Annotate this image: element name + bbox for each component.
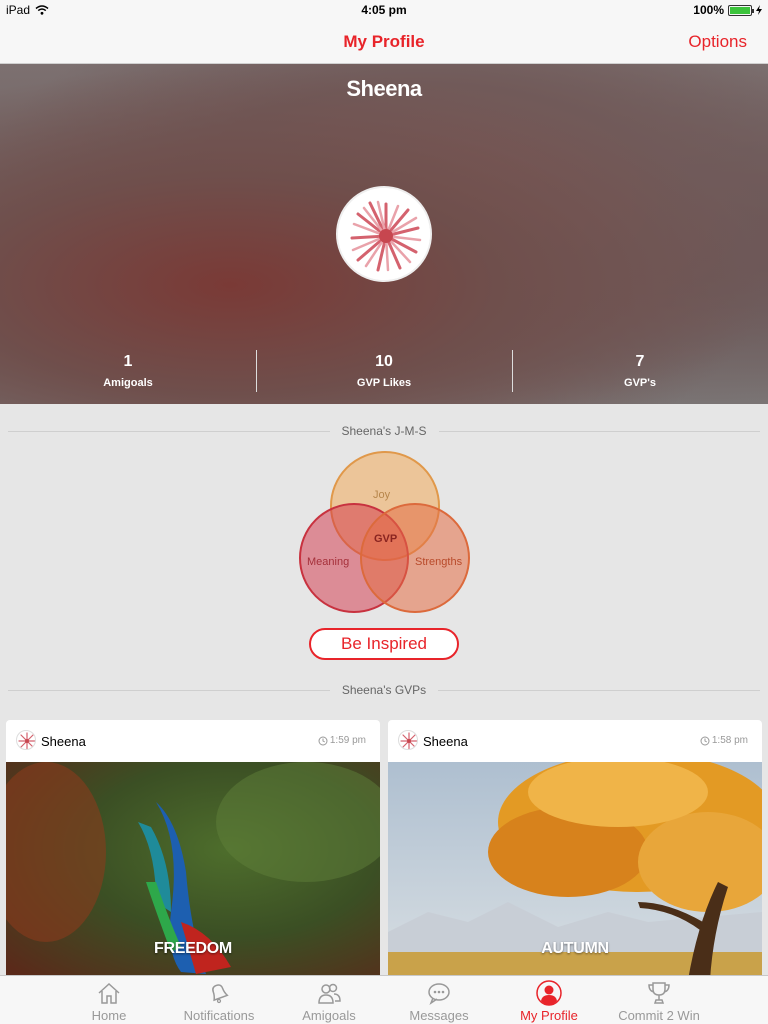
charging-icon xyxy=(756,5,762,15)
gvp-card[interactable]: Sheena 1:58 pm AUTUMN xyxy=(388,720,762,980)
status-right: 100% xyxy=(693,3,762,17)
gvps-title: Sheena's GVPs xyxy=(341,683,427,697)
venn-label-joy: Joy xyxy=(373,489,391,501)
stat-value: 1 xyxy=(123,353,133,370)
avatar-flower-image xyxy=(338,188,430,280)
tab-amigoals[interactable]: Amigoals xyxy=(274,976,384,1024)
trophy-icon xyxy=(648,982,670,1004)
gvp-caption: FREEDOM xyxy=(154,940,232,957)
profile-avatar[interactable] xyxy=(336,186,432,282)
status-time: 4:05 pm xyxy=(361,3,407,17)
jms-title: Sheena's J-M-S xyxy=(341,424,427,438)
tab-label: Messages xyxy=(409,1008,469,1023)
stat-label: GVP Likes xyxy=(356,377,412,389)
stat-gvp-likes[interactable]: 10 GVP Likes xyxy=(256,350,512,404)
jms-venn-diagram: Joy Meaning Strengths GVP xyxy=(290,448,480,618)
battery-percent: 100% xyxy=(693,3,724,17)
tab-my-profile[interactable]: My Profile xyxy=(494,976,604,1024)
bell-icon xyxy=(212,984,229,1004)
divider xyxy=(438,689,760,691)
battery-icon xyxy=(728,4,754,16)
card-avatar[interactable] xyxy=(398,730,418,750)
tab-bar: Home Notifications Amigoals Messages My … xyxy=(0,975,768,1024)
divider xyxy=(8,689,330,691)
profile-name: Sheena xyxy=(346,76,422,101)
tab-messages[interactable]: Messages xyxy=(384,976,494,1024)
divider xyxy=(438,430,760,432)
avatar-flower-image xyxy=(18,732,35,749)
tab-label: My Profile xyxy=(520,1008,578,1023)
tab-label: Commit 2 Win xyxy=(618,1008,700,1023)
card-timestamp: 1:59 pm xyxy=(318,735,366,746)
divider xyxy=(8,430,330,432)
card-username[interactable]: Sheena xyxy=(423,734,468,749)
card-avatar[interactable] xyxy=(16,730,36,750)
gvp-caption: AUTUMN xyxy=(541,940,609,957)
clock-icon xyxy=(700,736,710,745)
people-icon xyxy=(318,983,341,1004)
profile-stats: 1 Amigoals 10 GVP Likes 7 GVP's xyxy=(0,350,768,404)
venn-label-gvp: GVP xyxy=(374,533,398,545)
person-icon xyxy=(536,980,562,1006)
home-icon xyxy=(98,982,120,1004)
page-title: My Profile xyxy=(343,32,425,51)
options-button[interactable]: Options xyxy=(688,32,747,52)
venn-label-meaning: Meaning xyxy=(307,556,350,568)
clock-icon xyxy=(318,736,328,745)
stat-label: GVP's xyxy=(624,377,656,389)
card-header: Sheena 1:59 pm xyxy=(6,720,380,762)
tab-label: Amigoals xyxy=(302,1008,356,1023)
tab-label: Notifications xyxy=(183,1008,255,1023)
stat-label: Amigoals xyxy=(103,377,153,389)
navigation-bar: My Profile Options xyxy=(0,20,768,64)
card-time-text: 1:58 pm xyxy=(711,735,748,746)
gvp-card[interactable]: Sheena 1:59 pm FREEDOM xyxy=(6,720,380,980)
card-time-text: 1:59 pm xyxy=(329,735,366,746)
card-timestamp: 1:58 pm xyxy=(700,735,748,746)
profile-header: Sheena 1 Amigoals 10 GVP Likes 7 GVP's xyxy=(0,64,768,404)
card-username[interactable]: Sheena xyxy=(41,734,86,749)
jms-section-title: Sheena's J-M-S xyxy=(8,423,760,439)
chat-bubble-icon xyxy=(428,983,450,1005)
be-inspired-button[interactable]: Be Inspired xyxy=(309,628,459,660)
gvps-section-title: Sheena's GVPs xyxy=(8,682,760,698)
tab-label: Home xyxy=(91,1008,127,1023)
stat-amigoals[interactable]: 1 Amigoals xyxy=(0,353,256,404)
stat-gvps[interactable]: 7 GVP's xyxy=(512,350,768,404)
gvp-image-parrot[interactable]: FREEDOM xyxy=(6,762,380,980)
tab-commit-2-win[interactable]: Commit 2 Win xyxy=(604,976,714,1024)
stat-value: 10 xyxy=(375,353,393,370)
avatar-flower-image xyxy=(400,732,417,749)
tab-home[interactable]: Home xyxy=(54,976,164,1024)
venn-label-strengths: Strengths xyxy=(415,556,463,568)
tab-notifications[interactable]: Notifications xyxy=(164,976,274,1024)
gvp-image-autumn[interactable]: AUTUMN xyxy=(388,762,762,980)
status-bar: iPad 4:05 pm 100% xyxy=(0,0,768,20)
stat-value: 7 xyxy=(635,353,645,370)
card-header: Sheena 1:58 pm xyxy=(388,720,762,762)
